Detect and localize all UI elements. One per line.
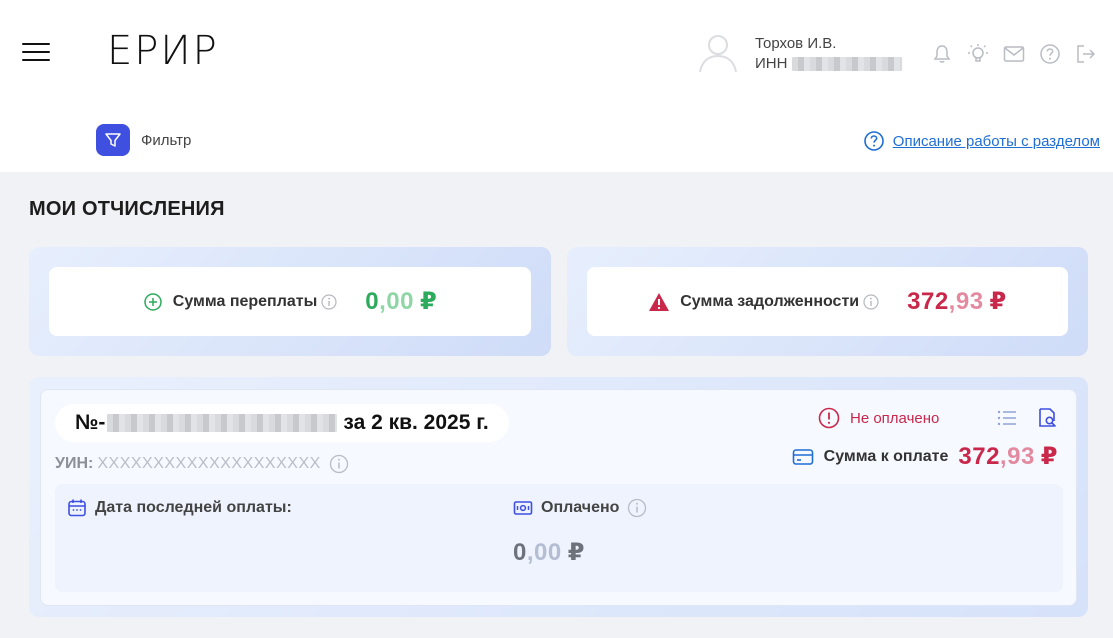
debt-label: Сумма задолженности bbox=[680, 292, 860, 310]
calendar-icon bbox=[68, 499, 86, 517]
charge-number: №- за 2 кв. 2025 г. bbox=[55, 404, 509, 442]
paid-label: Оплачено bbox=[541, 499, 620, 516]
overpayment-amount: 0,00 ₽ bbox=[365, 288, 438, 315]
lightbulb-icon[interactable] bbox=[966, 42, 990, 66]
question-icon bbox=[863, 131, 884, 151]
header-actions bbox=[930, 42, 1098, 66]
menu-icon[interactable] bbox=[22, 41, 50, 61]
app-header: ЕРИР Торхов И.В. ИНН Фильтр Описание раб… bbox=[0, 0, 1113, 172]
document-search-icon[interactable] bbox=[1035, 406, 1059, 430]
info-icon[interactable] bbox=[863, 293, 879, 310]
status-text: Не оплачено bbox=[850, 409, 940, 427]
avatar bbox=[699, 35, 737, 73]
banknote-icon bbox=[513, 501, 533, 515]
charge-number-redacted bbox=[107, 414, 338, 432]
info-icon[interactable] bbox=[321, 293, 337, 310]
logout-icon[interactable] bbox=[1074, 42, 1098, 66]
charge-actions bbox=[995, 406, 1059, 430]
card-icon bbox=[792, 448, 813, 465]
warning-icon bbox=[649, 292, 670, 311]
debt-amount: 372,93 ₽ bbox=[907, 288, 1007, 315]
payment-status: Не оплачено bbox=[818, 407, 939, 429]
to-pay-amount: 372,93 ₽ bbox=[958, 443, 1058, 470]
overpayment-label: Сумма переплаты bbox=[172, 292, 318, 310]
filter-button[interactable] bbox=[96, 124, 130, 156]
mail-icon[interactable] bbox=[1002, 42, 1026, 66]
page-title: МОИ ОТЧИСЛЕНИЯ bbox=[29, 198, 225, 220]
paid-amount: 0,00 ₽ bbox=[513, 539, 585, 566]
uin-value: XXXXXXXXXXXXXXXXXXXX bbox=[97, 455, 321, 472]
amount-to-pay: Сумма к оплате 372,93 ₽ bbox=[792, 442, 1058, 471]
help-link-text[interactable]: Описание работы с разделом bbox=[893, 133, 1100, 150]
overpayment-panel: Сумма переплаты 0,00 ₽ bbox=[29, 247, 551, 356]
funnel-icon bbox=[105, 133, 121, 147]
inn-label: ИНН bbox=[755, 55, 788, 72]
to-pay-label: Сумма к оплате bbox=[823, 447, 949, 465]
paid-section: Оплачено bbox=[513, 498, 647, 518]
plus-circle-icon bbox=[144, 292, 162, 311]
charges-panel: №- за 2 кв. 2025 г. УИН: XXXXXXXXXXXXXXX… bbox=[29, 377, 1088, 617]
debt-card: Сумма задолженности 372,93 ₽ bbox=[587, 267, 1068, 336]
inn-redacted bbox=[791, 57, 902, 72]
help-icon[interactable] bbox=[1038, 42, 1062, 66]
charge-card: №- за 2 кв. 2025 г. УИН: XXXXXXXXXXXXXXX… bbox=[40, 389, 1077, 606]
info-icon[interactable] bbox=[329, 454, 349, 474]
overpayment-card: Сумма переплаты 0,00 ₽ bbox=[49, 267, 531, 336]
user-inn: ИНН bbox=[755, 55, 902, 72]
logo-text: ЕРИР bbox=[107, 28, 219, 74]
alert-circle-icon bbox=[818, 407, 840, 429]
filter-label[interactable]: Фильтр bbox=[141, 132, 191, 149]
last-payment-label: Дата последней оплаты: bbox=[95, 499, 292, 516]
list-icon[interactable] bbox=[995, 406, 1019, 430]
logo[interactable]: ЕРИР bbox=[107, 30, 219, 72]
bell-icon[interactable] bbox=[930, 42, 954, 66]
uin-row: УИН: XXXXXXXXXXXXXXXXXXXX bbox=[55, 454, 349, 474]
uin-label: УИН: bbox=[55, 455, 94, 472]
last-payment: Дата последней оплаты: bbox=[67, 498, 292, 518]
charge-period: за 2 кв. 2025 г. bbox=[343, 411, 489, 434]
help-link[interactable]: Описание работы с разделом bbox=[863, 130, 1100, 152]
debt-panel: Сумма задолженности 372,93 ₽ bbox=[567, 247, 1088, 356]
user-name: Торхов И.В. bbox=[755, 35, 837, 52]
payment-details: Дата последней оплаты: Оплачено 0,00 ₽ bbox=[55, 484, 1063, 592]
info-icon[interactable] bbox=[627, 498, 647, 518]
